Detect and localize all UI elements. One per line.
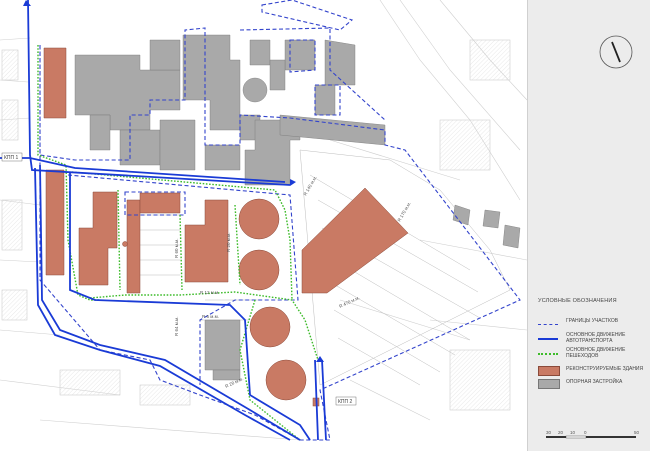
reconstructed-tank	[249, 306, 291, 348]
scale-tick: 0	[584, 430, 587, 435]
arrow-icon	[316, 356, 324, 362]
gate-label-kpp2: КПП 2	[335, 396, 357, 406]
reconstructed-building	[139, 192, 181, 214]
arrow-icon	[290, 179, 296, 186]
legend-label: ГРАНИЦЫ УЧАСТКОВ	[566, 318, 619, 324]
existing-building	[204, 144, 241, 171]
scale-bar: 30 20 10 0 50	[546, 430, 640, 439]
reconstructed-building	[45, 169, 65, 276]
existing-building	[149, 39, 181, 71]
reconstructed-building	[184, 199, 229, 283]
radius-label: R 6 м.м.	[202, 314, 219, 319]
existing-building	[482, 209, 501, 229]
radius-label: R 170 м.м.	[397, 201, 412, 223]
existing-building	[452, 204, 471, 226]
reconstructed-building	[301, 187, 409, 294]
scale-tick: 30	[546, 430, 552, 435]
legend-item-reconstructed: РЕКОНСТРУИРУЕМЫЕ ЗДАНИЯ	[538, 363, 648, 377]
site-map: КПП 1 КПП 2 R 140 м.м. R 170 м.м. R 470 …	[0, 0, 527, 441]
existing-building	[502, 224, 521, 249]
existing-building	[249, 39, 271, 66]
legend-label: РЕКОНСТРУИРУЕМЫЕ ЗДАНИЯ	[566, 366, 644, 372]
legend-item-traffic: ОСНОВНОЕ ДВИЖЕНИЕ АВТОТРАНСПОРТА	[538, 332, 648, 346]
dotted-line-swatch	[538, 353, 558, 355]
existing-tank	[242, 77, 268, 103]
gate-label-kpp1: КПП 1	[1, 152, 23, 162]
legend-label: ОСНОВНОЕ ДВИЖЕНИЕ АВТОТРАНСПОРТА	[566, 332, 626, 344]
gate-label: КПП 1	[4, 155, 18, 161]
existing-building	[269, 59, 286, 91]
reconstructed-tank	[238, 198, 280, 240]
site-plan: КПП 1 КПП 2 R 140 м.м. R 170 м.м. R 470 …	[0, 0, 650, 451]
radius-label: R 60 м.м.	[174, 239, 179, 258]
dashed-line-swatch	[538, 324, 558, 325]
arrow-icon	[23, 0, 31, 6]
legend-panel: УСЛОВНЫЕ ОБОЗНАЧЕНИЯ ГРАНИЦЫ УЧАСТКОВ ОС…	[527, 0, 650, 451]
legend-title: УСЛОВНЫЕ ОБОЗНАЧЕНИЯ	[538, 298, 617, 304]
red-fill-swatch	[538, 366, 560, 376]
radius-label: R 470 м.м.	[338, 295, 360, 309]
reconstructed-tank	[238, 249, 280, 291]
existing-building	[159, 119, 196, 171]
radius-label: R 140 м.м.	[303, 175, 318, 197]
gray-fill-swatch	[538, 379, 560, 389]
legend-item-existing: ОПОРНАЯ ЗАСТРОЙКА	[538, 376, 648, 390]
legend-item-boundaries: ГРАНИЦЫ УЧАСТКОВ	[538, 318, 648, 332]
existing-building	[314, 84, 336, 116]
radius-label: R 20 м.м.	[226, 233, 231, 252]
reconstructed-building	[78, 191, 118, 286]
scale-tick: 20	[558, 430, 564, 435]
legend-item-pedestrian: ОСНОВНОЕ ДВИЖЕНИЕ ПЕШЕХОДОВ	[538, 347, 648, 361]
legend-label: ОПОРНАЯ ЗАСТРОЙКА	[566, 379, 623, 385]
radius-label: R 64 м.м.	[174, 317, 179, 336]
gate-label: КПП 2	[338, 399, 352, 405]
existing-building	[204, 319, 241, 371]
reconstructed-building	[126, 199, 141, 294]
reconstructed-tank	[265, 359, 307, 401]
scale-tick: 50	[634, 430, 640, 435]
reconstructed-building	[43, 47, 67, 119]
existing-building	[182, 34, 241, 131]
existing-building	[89, 114, 111, 151]
scale-tick: 10	[570, 430, 576, 435]
solid-line-swatch	[538, 338, 558, 340]
legend-label: ОСНОВНОЕ ДВИЖЕНИЕ ПЕШЕХОДОВ	[566, 347, 626, 359]
reconstructed-point	[122, 241, 128, 247]
north-arrow-icon	[599, 35, 633, 69]
radius-label: R 12 м.м.	[200, 290, 219, 295]
